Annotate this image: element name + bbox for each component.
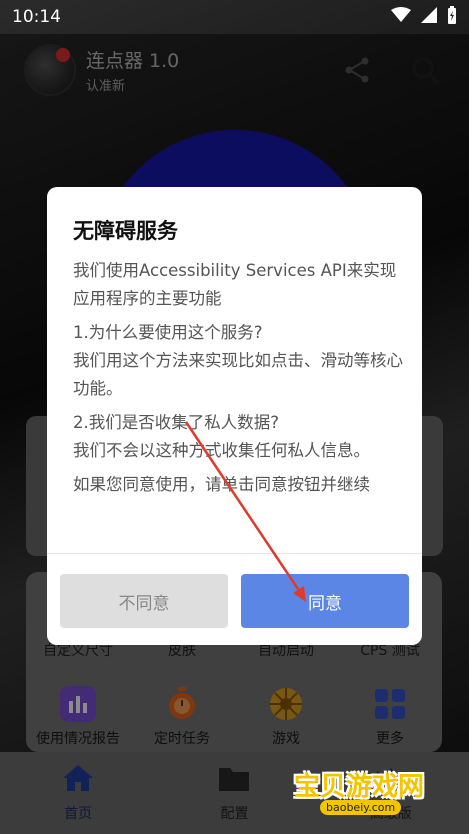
dialog-paragraph: 2.我们是否收集了私人数据? 我们不会以这种方式收集任何私人信息。 [73,413,370,460]
agree-button[interactable]: 同意 [241,574,409,628]
watermark-text: 宝贝游戏网 [294,772,425,802]
dialog-paragraph: 1.为什么要使用这个服务? 我们用这个方法来实现比如点击、滑动等核心功能。 [73,323,403,398]
dialog-title: 无障碍服务 [73,219,178,243]
signal-icon [421,6,437,28]
watermark: 宝贝游戏网 baobeiy.com [290,738,460,828]
disagree-button[interactable]: 不同意 [60,574,228,628]
watermark-url: baobeiy.com [320,800,402,815]
dialog-divider [47,553,422,554]
dialog-body: 我们使用Accessibility Services API来实现应用程序的主要… [73,257,403,505]
status-time: 10:14 [12,7,61,27]
accessibility-dialog: 无障碍服务 我们使用Accessibility Services API来实现应… [47,187,422,645]
status-bar: 10:14 [0,0,469,34]
battery-icon [447,5,457,29]
dialog-paragraph: 如果您同意使用，请单击同意按钮并继续 [73,475,370,494]
wifi-icon [391,6,411,28]
dialog-paragraph: 我们使用Accessibility Services API来实现应用程序的主要… [73,261,397,308]
